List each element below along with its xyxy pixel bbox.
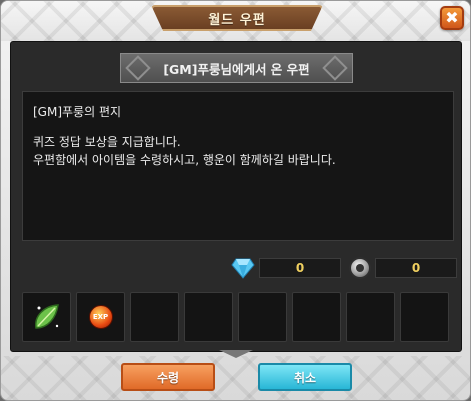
diamond-gem-icon bbox=[231, 257, 255, 279]
window-title-tab: 월드 우편 bbox=[151, 5, 323, 31]
letter-line: 퀴즈 정답 보상을 지급합니다. bbox=[33, 135, 181, 149]
gem-amount: 0 bbox=[259, 258, 341, 278]
window-footer-pattern bbox=[1, 356, 470, 400]
letter-body: [GM]푸룽의 편지 퀴즈 정답 보상을 지급합니다. 우편함에서 아이템을 수… bbox=[22, 91, 454, 241]
mail-window: 월드 우편 ✖ [GM]푸룽님에게서 온 우편 [GM]푸룽의 편지 퀴즈 정답… bbox=[0, 0, 471, 401]
green-leaf-item-icon bbox=[30, 300, 64, 334]
exp-potion-item-icon: EXP bbox=[88, 305, 113, 329]
coin-currency: 0 bbox=[349, 257, 457, 279]
attachment-slot[interactable] bbox=[292, 292, 341, 342]
close-button[interactable]: ✖ bbox=[440, 6, 464, 30]
letter-line: 우편함에서 아이템을 수령하시고, 행운이 함께하길 바랍니다. bbox=[33, 153, 336, 167]
attachment-slot[interactable] bbox=[346, 292, 395, 342]
ornament-diamond-icon bbox=[322, 55, 348, 81]
coin-amount: 0 bbox=[375, 258, 457, 278]
mail-panel: [GM]푸룽님에게서 온 우편 [GM]푸룽의 편지 퀴즈 정답 보상을 지급합… bbox=[10, 41, 462, 352]
attachment-slot[interactable]: EXP bbox=[76, 292, 125, 342]
close-icon: ✖ bbox=[445, 8, 459, 27]
receive-button[interactable]: 수령 bbox=[121, 363, 215, 391]
attachment-slot[interactable] bbox=[400, 292, 449, 342]
sender-header: [GM]푸룽님에게서 온 우편 bbox=[120, 53, 353, 83]
coin-icon bbox=[349, 257, 371, 279]
cancel-button-label: 취소 bbox=[293, 370, 317, 385]
letter-title: [GM]푸룽의 편지 bbox=[33, 105, 122, 119]
window-title: 월드 우편 bbox=[208, 12, 266, 28]
attachment-slots: EXP bbox=[22, 292, 454, 342]
attachment-slot[interactable] bbox=[130, 292, 179, 342]
attachment-slot[interactable] bbox=[184, 292, 233, 342]
gem-currency: 0 bbox=[231, 257, 341, 279]
attachment-slot[interactable] bbox=[22, 292, 71, 342]
ornament-diamond-icon bbox=[125, 55, 151, 81]
sender-header-text: [GM]푸룽님에게서 온 우편 bbox=[163, 61, 310, 77]
attachment-slot[interactable] bbox=[238, 292, 287, 342]
exp-badge: EXP bbox=[92, 313, 109, 321]
cancel-button[interactable]: 취소 bbox=[258, 363, 352, 391]
receive-button-label: 수령 bbox=[156, 370, 180, 385]
